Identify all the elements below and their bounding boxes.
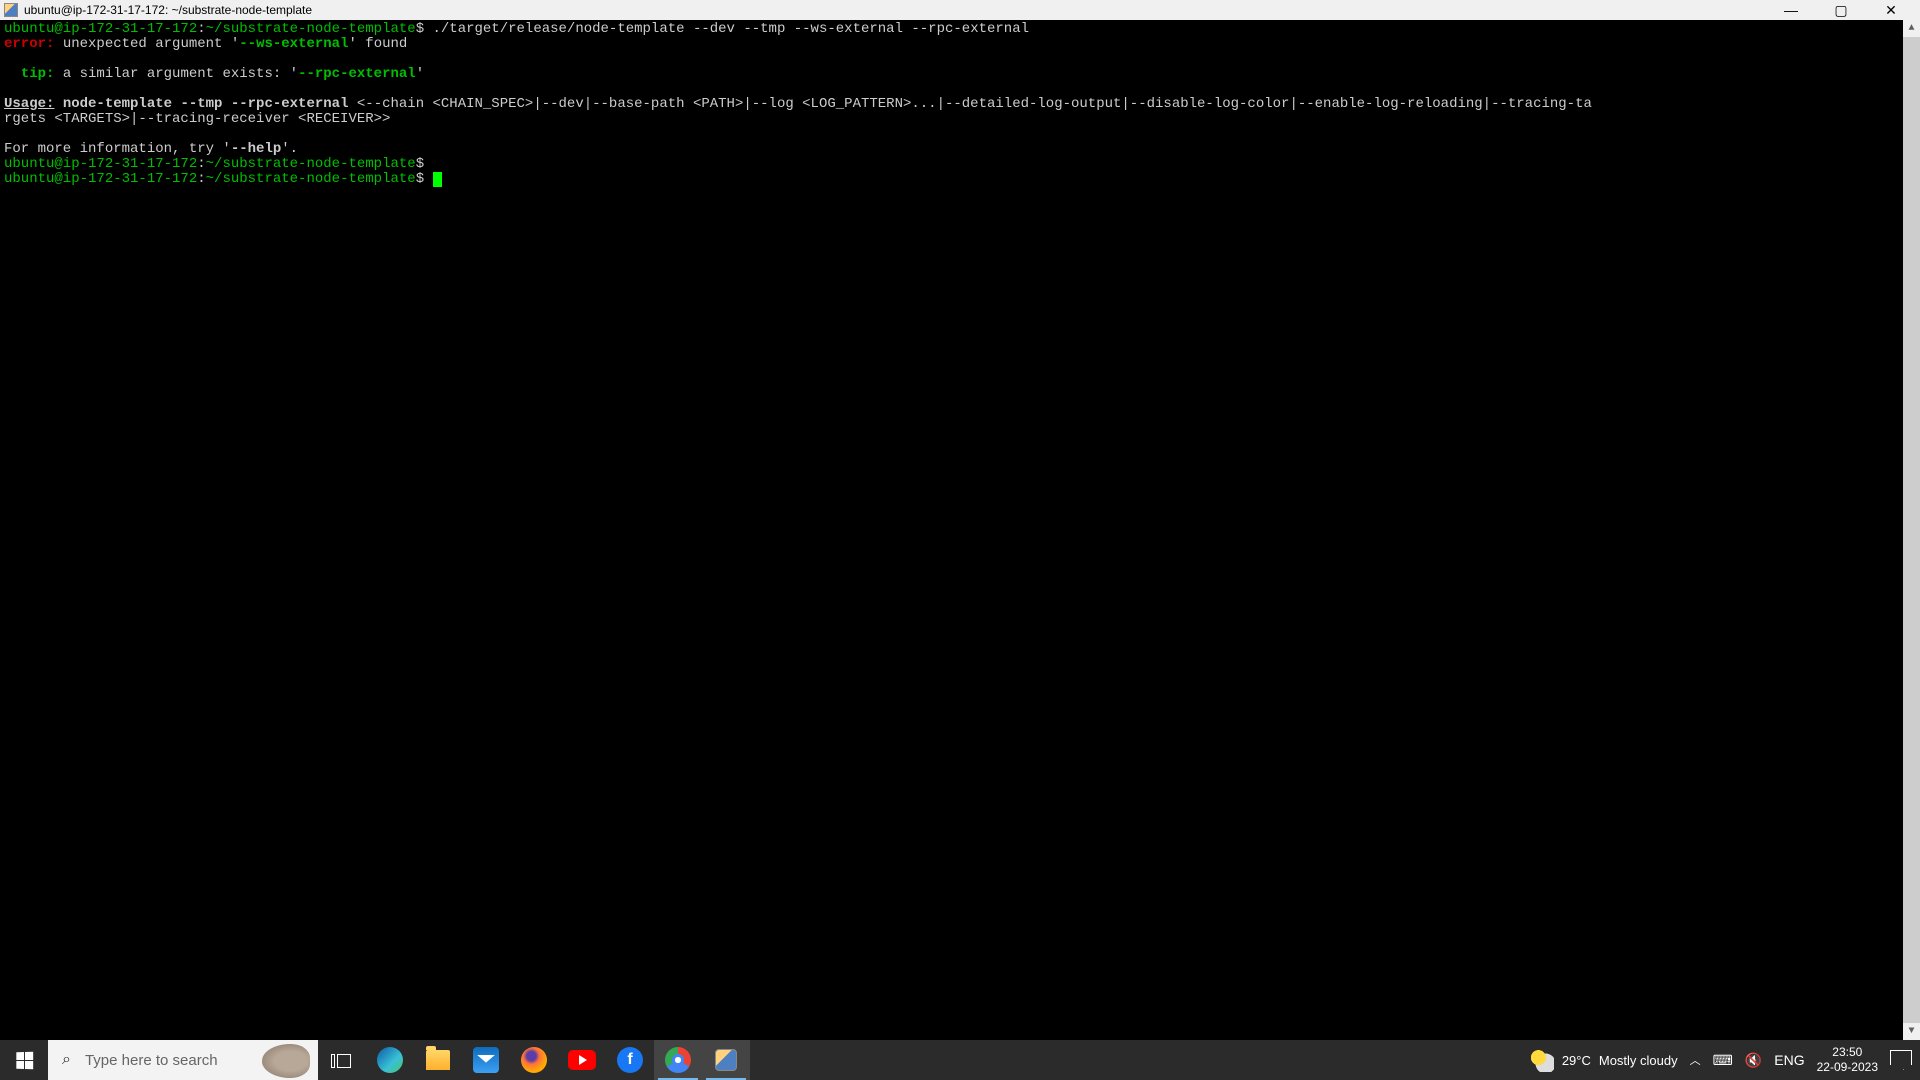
chrome-icon bbox=[665, 1047, 691, 1073]
scrollbar-thumb[interactable] bbox=[1903, 37, 1920, 1023]
prompt-user: ubuntu@ip-172-31-17-172 bbox=[4, 21, 197, 37]
tray-overflow-button[interactable]: ︿ bbox=[1690, 1052, 1701, 1068]
language-indicator[interactable]: ENG bbox=[1774, 1052, 1804, 1068]
terminal-cursor bbox=[433, 172, 442, 187]
putty-icon bbox=[4, 3, 18, 17]
tip-arg: --rpc-external bbox=[298, 66, 416, 82]
window-titlebar: ubuntu@ip-172-31-17-172: ~/substrate-nod… bbox=[0, 0, 1920, 20]
weather-widget[interactable]: 29°C Mostly cloudy bbox=[1530, 1048, 1678, 1072]
search-placeholder: Type here to search bbox=[85, 1052, 218, 1069]
minimize-button[interactable]: — bbox=[1776, 2, 1806, 19]
clock-time: 23:50 bbox=[1817, 1045, 1878, 1060]
taskbar-app-mail[interactable] bbox=[462, 1040, 510, 1080]
file-explorer-icon bbox=[426, 1050, 450, 1070]
edge-icon bbox=[377, 1047, 403, 1073]
clock-date: 22-09-2023 bbox=[1817, 1060, 1878, 1075]
window-title: ubuntu@ip-172-31-17-172: ~/substrate-nod… bbox=[24, 3, 312, 17]
task-view-icon bbox=[331, 1052, 353, 1068]
taskbar-app-chrome[interactable] bbox=[654, 1040, 702, 1080]
weather-desc: Mostly cloudy bbox=[1599, 1053, 1678, 1068]
prompt-path: ~/substrate-node-template bbox=[206, 21, 416, 37]
task-view-button[interactable] bbox=[318, 1040, 366, 1080]
youtube-icon bbox=[568, 1050, 596, 1070]
volume-mute-icon[interactable]: 🔇 bbox=[1745, 1052, 1762, 1069]
weather-cloudy-icon bbox=[1530, 1048, 1554, 1072]
start-button[interactable] bbox=[0, 1040, 48, 1080]
notification-icon bbox=[1890, 1050, 1912, 1070]
taskbar-app-youtube[interactable] bbox=[558, 1040, 606, 1080]
terminal-scrollbar[interactable]: ▲ ▼ bbox=[1903, 20, 1920, 1040]
scrollbar-down-button[interactable]: ▼ bbox=[1903, 1023, 1920, 1040]
clock[interactable]: 23:50 22-09-2023 bbox=[1817, 1045, 1878, 1075]
close-button[interactable]: ✕ bbox=[1876, 2, 1906, 19]
firefox-icon bbox=[521, 1047, 547, 1073]
error-label: error: bbox=[4, 36, 54, 52]
command-text: ./target/release/node-template --dev --t… bbox=[433, 21, 1030, 37]
taskbar-app-putty[interactable] bbox=[702, 1040, 750, 1080]
facebook-icon: f bbox=[617, 1047, 643, 1073]
taskbar-app-facebook[interactable]: f bbox=[606, 1040, 654, 1080]
taskbar: ⌕ Type here to search f 29°C Mostly clou… bbox=[0, 1040, 1920, 1080]
tip-label: tip: bbox=[21, 66, 55, 82]
search-icon: ⌕ bbox=[62, 1051, 71, 1069]
taskbar-app-firefox[interactable] bbox=[510, 1040, 558, 1080]
input-indicator-icon[interactable]: ⌨ bbox=[1713, 1052, 1733, 1069]
taskbar-app-edge[interactable] bbox=[366, 1040, 414, 1080]
windows-logo-icon bbox=[16, 1051, 33, 1069]
search-decoration-rhino bbox=[262, 1044, 310, 1078]
taskbar-app-explorer[interactable] bbox=[414, 1040, 462, 1080]
maximize-button[interactable]: ▢ bbox=[1826, 2, 1856, 19]
terminal-output[interactable]: ubuntu@ip-172-31-17-172:~/substrate-node… bbox=[0, 20, 1920, 1040]
error-arg: --ws-external bbox=[239, 36, 348, 52]
scrollbar-up-button[interactable]: ▲ bbox=[1903, 20, 1920, 37]
notifications-button[interactable] bbox=[1890, 1050, 1912, 1070]
usage-label: Usage: bbox=[4, 96, 54, 112]
weather-temp: 29°C bbox=[1562, 1053, 1591, 1068]
search-box[interactable]: ⌕ Type here to search bbox=[48, 1040, 318, 1080]
mail-icon bbox=[473, 1047, 499, 1073]
putty-icon bbox=[715, 1049, 737, 1071]
usage-cmd: node-template --tmp --rpc-external bbox=[54, 96, 348, 112]
